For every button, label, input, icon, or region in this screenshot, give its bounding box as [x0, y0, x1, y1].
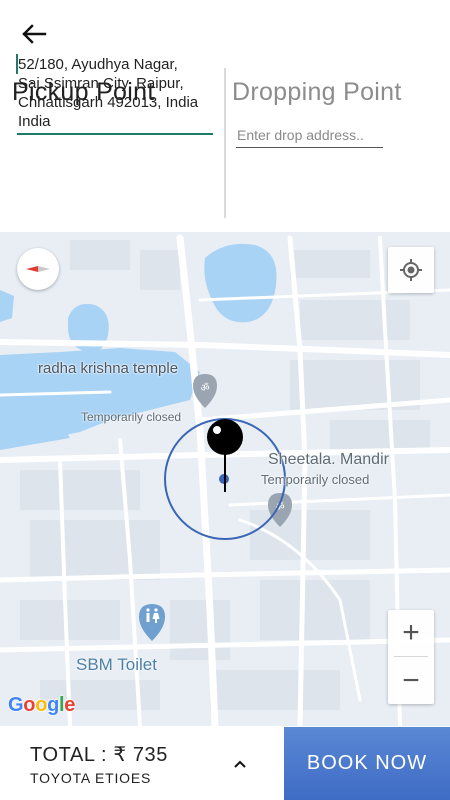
my-location-button[interactable] — [388, 247, 434, 293]
map-view[interactable]: ॐ ॐ radha krishna temple Temporarily clo… — [0, 232, 450, 726]
arrow-left-icon — [22, 24, 47, 44]
chevron-up-icon — [234, 760, 246, 768]
drop-section: Dropping Point — [226, 66, 450, 226]
google-logo: Google — [8, 694, 76, 716]
map-label-temple-status: Temporarily closed — [81, 410, 182, 424]
map-label-temple: radha krishna temple — [38, 360, 179, 377]
total-fare: TOTAL : ₹ 735 — [30, 744, 168, 766]
map-label-mandir-status: Temporarily closed — [261, 472, 370, 487]
pickup-address-field[interactable]: 52/180, Ayudhya Nagar, Sai Ssimran City,… — [17, 55, 213, 135]
map-label-mandir: Sheetala. Mandir — [268, 451, 389, 468]
booking-bar: TOTAL : ₹ 735 TOYOTA ETIOES BOOK NOW — [0, 727, 450, 800]
text-cursor — [16, 54, 18, 74]
book-now-button[interactable]: BOOK NOW — [284, 727, 450, 800]
app-root: Pickup Point 52/180, Ayudhya Nagar, Sai … — [0, 0, 450, 800]
map-tiles: ॐ ॐ — [0, 232, 450, 726]
zoom-divider — [394, 656, 428, 657]
zoom-out-button[interactable]: − — [388, 658, 434, 704]
zoom-in-button[interactable]: + — [388, 610, 434, 656]
car-name: TOYOTA ETIOES — [30, 770, 152, 786]
svg-text:ॐ: ॐ — [200, 382, 209, 394]
compass-button[interactable] — [17, 248, 59, 290]
my-location-icon — [400, 259, 422, 281]
map-label-toilet: SBM Toilet — [76, 655, 157, 674]
compass-icon — [26, 266, 50, 272]
back-button[interactable] — [18, 18, 50, 50]
expand-details-button[interactable] — [226, 752, 254, 776]
drop-address-input[interactable] — [236, 122, 383, 148]
zoom-controls: + − — [388, 610, 434, 704]
drop-title: Dropping Point — [232, 78, 402, 106]
